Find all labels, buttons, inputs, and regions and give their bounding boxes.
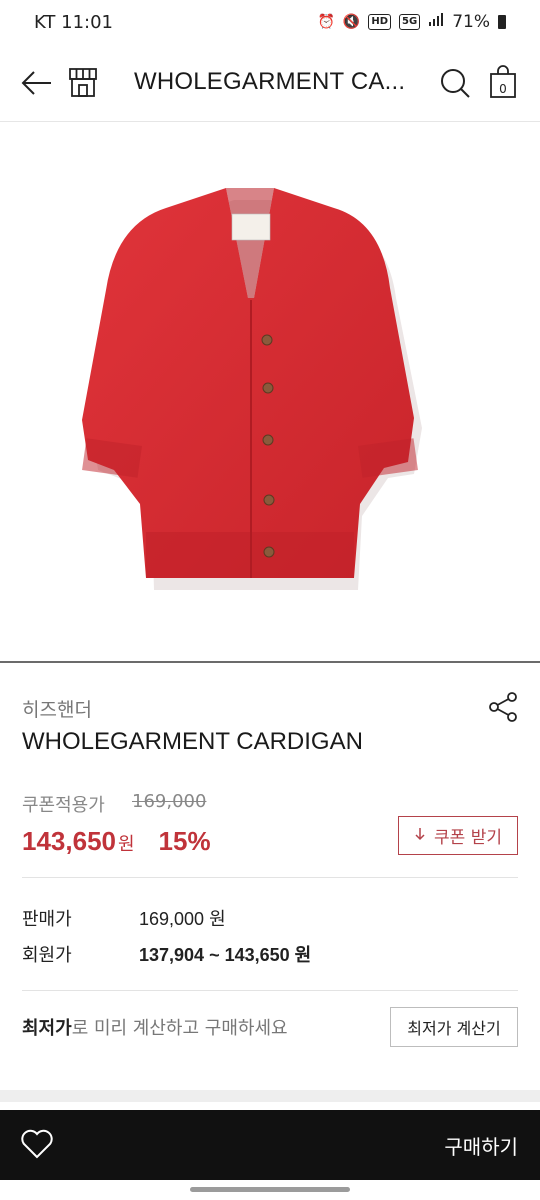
page-title: WHOLEGARMENT CA... — [134, 68, 406, 95]
mute-icon: 🔇 — [342, 14, 361, 30]
status-icons: ⏰ 🔇 HD 5G 71% — [317, 12, 506, 32]
sale-price-row-value: 169,000 원 — [139, 909, 226, 929]
lowest-price-text: 로 미리 계산하고 구매하세요 — [71, 1018, 288, 1039]
battery-percent: 71% — [452, 12, 490, 32]
buy-button[interactable]: 구매하기 — [444, 1131, 518, 1160]
divider — [22, 990, 518, 991]
download-icon — [414, 826, 426, 846]
status-bar: KT 11:01 ⏰ 🔇 HD 5G 71% — [0, 0, 540, 44]
lowest-price-bold: 최저가 — [22, 1018, 72, 1039]
top-navigation-bar: WHOLEGARMENT CA... 0 — [0, 44, 540, 122]
divider — [22, 877, 518, 878]
garment-tag — [231, 213, 271, 241]
network-badge: 5G — [399, 14, 421, 30]
product-name: WHOLEGARMENT CARDIGAN — [22, 728, 363, 755]
lowest-price-calculator-button[interactable]: 최저가 계산기 — [390, 1007, 518, 1047]
brand-name[interactable]: 히즈핸더 — [22, 695, 92, 722]
get-coupon-label: 쿠폰 받기 — [434, 828, 502, 848]
image-divider — [0, 661, 540, 663]
bottom-action-bar: 구매하기 — [0, 1110, 540, 1180]
battery-icon — [498, 15, 506, 29]
shopping-bag-icon[interactable]: 0 — [488, 64, 518, 100]
hd-badge: HD — [368, 14, 392, 30]
share-icon[interactable] — [486, 690, 520, 728]
sale-price: 143,650 — [22, 826, 116, 856]
section-separator — [0, 1090, 540, 1102]
search-icon[interactable] — [438, 66, 472, 100]
store-icon[interactable] — [68, 66, 98, 98]
gesture-navigation-handle[interactable] — [190, 1187, 350, 1192]
sale-price-row: 143,650 원 15% — [22, 826, 211, 857]
member-price-row-label: 회원가 — [22, 945, 72, 966]
sale-price-row-label: 판매가 — [22, 909, 72, 930]
signal-icon — [428, 13, 444, 31]
back-arrow-icon[interactable] — [20, 66, 54, 100]
sale-price-unit: 원 — [117, 834, 135, 855]
alarm-icon: ⏰ — [317, 14, 335, 30]
member-price-row-value: 137,904 ~ 143,650 원 — [139, 945, 312, 965]
get-coupon-button[interactable]: 쿠폰 받기 — [398, 816, 518, 855]
lowest-price-hint: 최저가로 미리 계산하고 구매하세요 — [22, 1014, 288, 1040]
carrier-time: KT 11:01 — [34, 11, 113, 33]
heart-icon[interactable] — [20, 1128, 54, 1164]
original-price: 169,000 — [132, 791, 207, 812]
product-image[interactable] — [0, 122, 540, 662]
cart-count: 0 — [499, 82, 507, 96]
coupon-price-label: 쿠폰적용가 — [22, 795, 105, 816]
discount-rate: 15% — [158, 826, 211, 856]
